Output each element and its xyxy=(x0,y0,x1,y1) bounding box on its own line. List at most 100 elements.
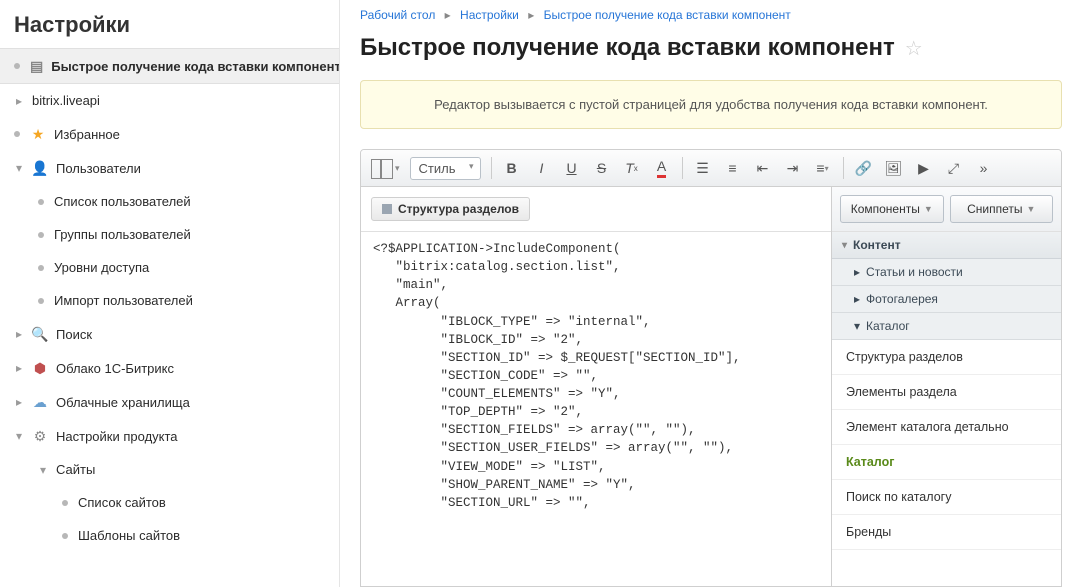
sidebar-item-access-levels[interactable]: Уровни доступа xyxy=(0,251,339,284)
component-item-catalog-search[interactable]: Поиск по каталогу xyxy=(832,480,1061,515)
sidebar-item-sites[interactable]: ▾ Сайты xyxy=(0,453,339,486)
tab-components[interactable]: Компоненты▼ xyxy=(840,195,944,223)
code-output[interactable]: <?$APPLICATION->IncludeComponent( "bitri… xyxy=(361,231,831,520)
bullet-icon xyxy=(38,199,44,205)
breadcrumb-part[interactable]: Быстрое получение кода вставки компонент xyxy=(544,8,791,22)
underline-button[interactable]: U xyxy=(558,154,586,182)
sidebar-item-label: Облако 1С-Битрикс xyxy=(56,361,174,376)
layout-toggle-button[interactable]: ▾ xyxy=(367,154,404,182)
group-articles[interactable]: ▸Статьи и новости xyxy=(832,259,1061,286)
bullet-icon xyxy=(38,232,44,238)
bullet-icon xyxy=(38,265,44,271)
sidebar-item-import-users[interactable]: Импорт пользователей xyxy=(0,284,339,317)
component-item-catalog-element-detail[interactable]: Элемент каталога детально xyxy=(832,410,1061,445)
sidebar-item-label: Настройки продукта xyxy=(56,429,178,444)
sidebar-item-user-groups[interactable]: Группы пользователей xyxy=(0,218,339,251)
toolbar-sep xyxy=(843,157,844,179)
struct-button-label: Структура разделов xyxy=(398,202,519,216)
indent-button[interactable]: ⇥ xyxy=(779,154,807,182)
sidebar-item-search[interactable]: ▸ 🔍 Поиск xyxy=(0,317,339,351)
sidebar-item-site-list[interactable]: Список сайтов xyxy=(0,486,339,519)
sidebar-item-label: Список сайтов xyxy=(78,495,166,510)
group-content[interactable]: ▾Контент xyxy=(832,232,1061,259)
strike-button[interactable]: S xyxy=(588,154,616,182)
video-button[interactable]: ▶ xyxy=(910,154,938,182)
bitrix-icon: ⬢ xyxy=(32,360,48,376)
component-item-section-elements[interactable]: Элементы раздела xyxy=(832,375,1061,410)
outdent-button[interactable]: ⇤ xyxy=(749,154,777,182)
cloud-icon: ☁ xyxy=(32,394,48,410)
link-button[interactable]: 🔗 xyxy=(850,154,878,182)
section-structure-button[interactable]: Структура разделов xyxy=(371,197,530,221)
tab-snippets[interactable]: Сниппеты▼ xyxy=(950,195,1054,223)
group-gallery[interactable]: ▸Фотогалерея xyxy=(832,286,1061,313)
sidebar-item-liveapi[interactable]: ▸ bitrix.liveapi xyxy=(0,84,339,117)
more-button[interactable]: » xyxy=(970,154,998,182)
sidebar-item-quick-component-code[interactable]: ▤ Быстрое получение кода вставки компоне… xyxy=(0,48,339,84)
sidebar-item-label: Быстрое получение кода вставки компонент xyxy=(51,59,340,74)
page-title-row: Быстрое получение кода вставки компонент… xyxy=(340,26,1082,80)
text-color-button[interactable]: A xyxy=(648,154,676,182)
main: Рабочий стол ▸ Настройки ▸ Быстрое получ… xyxy=(340,0,1082,587)
canvas-top[interactable]: Структура разделов xyxy=(361,187,831,231)
chevron-right-icon: ▸ xyxy=(14,327,24,341)
bullet-icon xyxy=(14,131,20,137)
sidebar-item-site-templates[interactable]: Шаблоны сайтов xyxy=(0,519,339,552)
component-item-section-structure[interactable]: Структура разделов xyxy=(832,340,1061,375)
breadcrumb: Рабочий стол ▸ Настройки ▸ Быстрое получ… xyxy=(340,0,1082,26)
gear-icon: ⚙ xyxy=(32,428,48,444)
notice-text: Редактор вызывается с пустой страницей д… xyxy=(434,97,988,112)
component-item-brands[interactable]: Бренды xyxy=(832,515,1061,550)
favorite-star-icon[interactable]: ☆ xyxy=(905,36,923,61)
chevron-down-icon: ▾ xyxy=(842,240,847,251)
bullet-icon xyxy=(38,298,44,304)
components-panel: Компоненты▼ Сниппеты▼ ▾Контент ▸Статьи и… xyxy=(831,187,1061,586)
sidebar-item-label: Облачные хранилища xyxy=(56,395,190,410)
bold-button[interactable]: B xyxy=(498,154,526,182)
style-select[interactable]: Стиль▾ xyxy=(410,157,481,180)
sidebar-item-cloud-bitrix[interactable]: ▸ ⬢ Облако 1С-Битрикс xyxy=(0,351,339,385)
ordered-list-button[interactable]: ☰ xyxy=(689,154,717,182)
notice: Редактор вызывается с пустой страницей д… xyxy=(360,80,1062,129)
catalog-items: Структура разделов Элементы раздела Элем… xyxy=(832,340,1061,550)
chevron-down-icon: ▾ xyxy=(854,319,860,333)
sidebar-item-label: Избранное xyxy=(54,127,120,142)
chevron-right-icon: ▸ xyxy=(854,292,860,306)
editor-body: Структура разделов <?$APPLICATION->Inclu… xyxy=(361,187,1061,586)
sidebar-item-label: Уровни доступа xyxy=(54,260,149,275)
sidebar-item-label: Импорт пользователей xyxy=(54,293,193,308)
search-icon: 🔍 xyxy=(32,326,48,342)
fullscreen-button[interactable]: ⤢ xyxy=(940,154,968,182)
sidebar-item-user-list[interactable]: Список пользователей xyxy=(0,185,339,218)
sidebar-item-label: Поиск xyxy=(56,327,92,342)
component-item-catalog[interactable]: Каталог xyxy=(832,445,1061,480)
editor: ▾ Стиль▾ B I U S Tx A ☰ ≡ ⇤ ⇥ ≡▾ 🔗 🖼 ▶ ⤢… xyxy=(360,149,1062,587)
sidebar-item-favorites[interactable]: ★ Избранное xyxy=(0,117,339,151)
clear-format-button[interactable]: Tx xyxy=(618,154,646,182)
unordered-list-button[interactable]: ≡ xyxy=(719,154,747,182)
bullet-icon xyxy=(62,500,68,506)
chevron-right-icon: ▸ xyxy=(14,361,24,375)
toolbar: ▾ Стиль▾ B I U S Tx A ☰ ≡ ⇤ ⇥ ≡▾ 🔗 🖼 ▶ ⤢… xyxy=(361,150,1061,187)
breadcrumb-sep-icon: ▸ xyxy=(528,8,534,22)
chevron-right-icon: ▸ xyxy=(854,265,860,279)
sidebar-item-label: Шаблоны сайтов xyxy=(78,528,180,543)
breadcrumb-part[interactable]: Настройки xyxy=(460,8,519,22)
sidebar-item-label: Сайты xyxy=(56,462,95,477)
image-button[interactable]: 🖼 xyxy=(880,154,908,182)
sidebar-item-users[interactable]: ▾ 👤 Пользователи xyxy=(0,151,339,185)
sidebar-item-cloud-storage[interactable]: ▸ ☁ Облачные хранилища xyxy=(0,385,339,419)
nav-tree: ▤ Быстрое получение кода вставки компоне… xyxy=(0,48,339,552)
chevron-down-icon: ▾ xyxy=(38,463,48,477)
sidebar-item-label: bitrix.liveapi xyxy=(32,93,100,108)
breadcrumb-part[interactable]: Рабочий стол xyxy=(360,8,435,22)
sidebar-item-product-settings[interactable]: ▾ ⚙ Настройки продукта xyxy=(0,419,339,453)
group-catalog[interactable]: ▾Каталог xyxy=(832,313,1061,340)
user-icon: 👤 xyxy=(32,160,48,176)
italic-button[interactable]: I xyxy=(528,154,556,182)
editor-canvas: Структура разделов <?$APPLICATION->Inclu… xyxy=(361,187,831,586)
align-button[interactable]: ≡▾ xyxy=(809,154,837,182)
sidebar-title: Настройки xyxy=(0,0,339,48)
chevron-right-icon: ▸ xyxy=(14,94,24,108)
bullet-icon xyxy=(14,63,20,69)
